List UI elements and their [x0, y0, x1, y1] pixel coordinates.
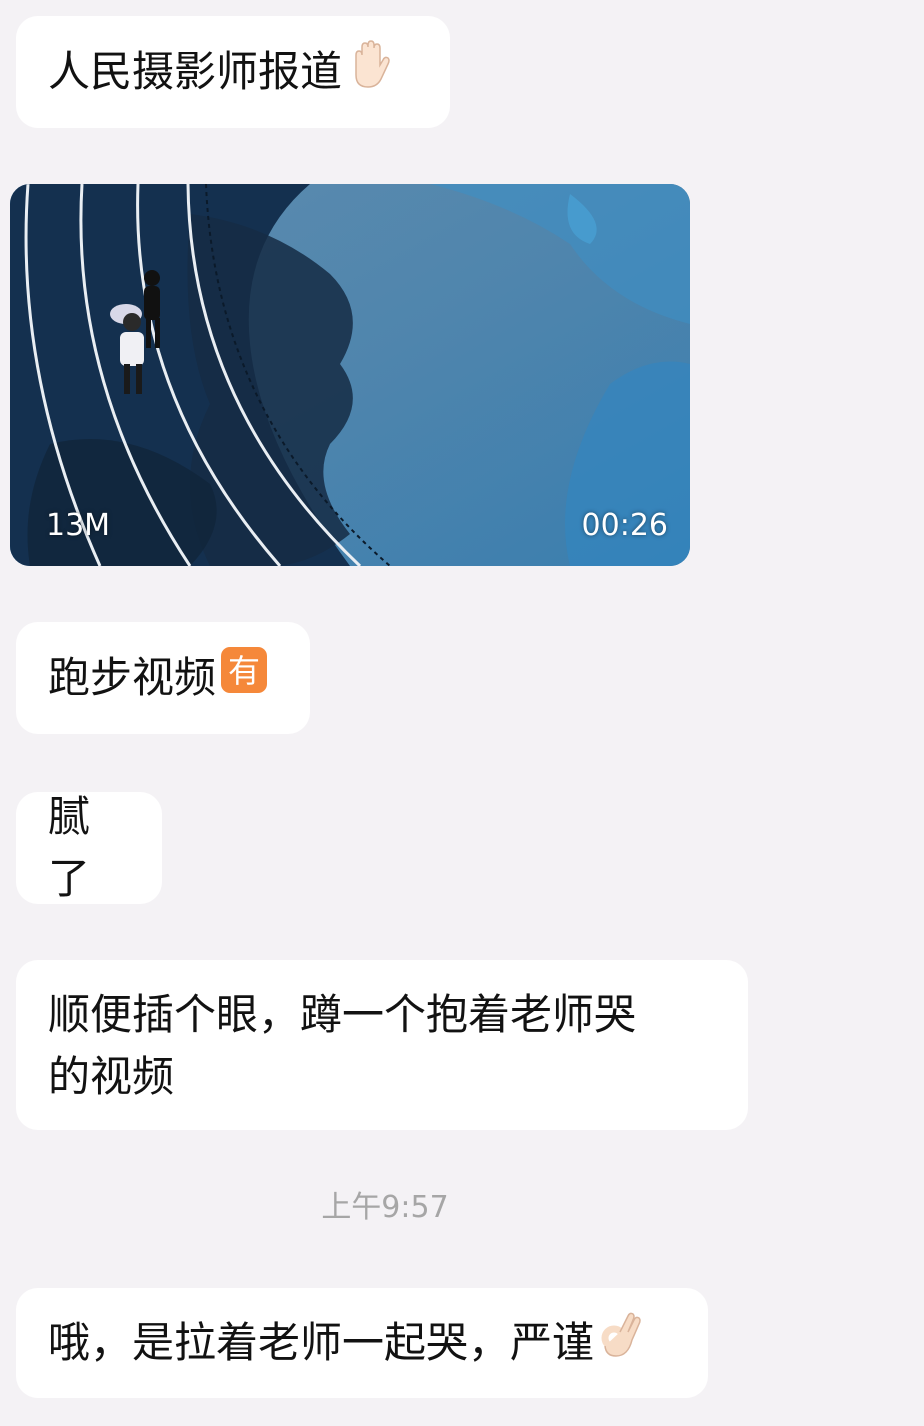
message-bubble[interactable]: 哦，是拉着老师一起哭，严谨 [16, 1288, 708, 1398]
message-text: 哦，是拉着老师一起哭，严谨 [48, 1318, 595, 1367]
message-bubble[interactable]: 跑步视频 有 [16, 622, 310, 734]
video-message[interactable]: 13M 00:26 [10, 184, 690, 566]
ok-hand-icon [598, 1310, 644, 1377]
video-size: 13M [46, 508, 111, 543]
video-duration: 00:26 [581, 508, 668, 543]
message-text: 顺便插个眼，蹲一个抱着老师哭 的视频 [48, 990, 637, 1101]
message-text: 腻了 [48, 792, 91, 903]
message-bubble[interactable]: 腻了 [16, 792, 162, 904]
badge-char: 有 [228, 652, 260, 690]
message-text: 人民摄影师报道 [48, 47, 343, 96]
message-bubble[interactable]: 顺便插个眼，蹲一个抱着老师哭 的视频 [16, 960, 748, 1130]
raised-hand-icon [346, 39, 392, 106]
you-badge-icon: 有 [220, 646, 268, 711]
message-bubble[interactable]: 人民摄影师报道 [16, 16, 450, 128]
message-timestamp: 上午9:57 [321, 1190, 449, 1225]
message-text: 跑步视频 [48, 653, 217, 702]
